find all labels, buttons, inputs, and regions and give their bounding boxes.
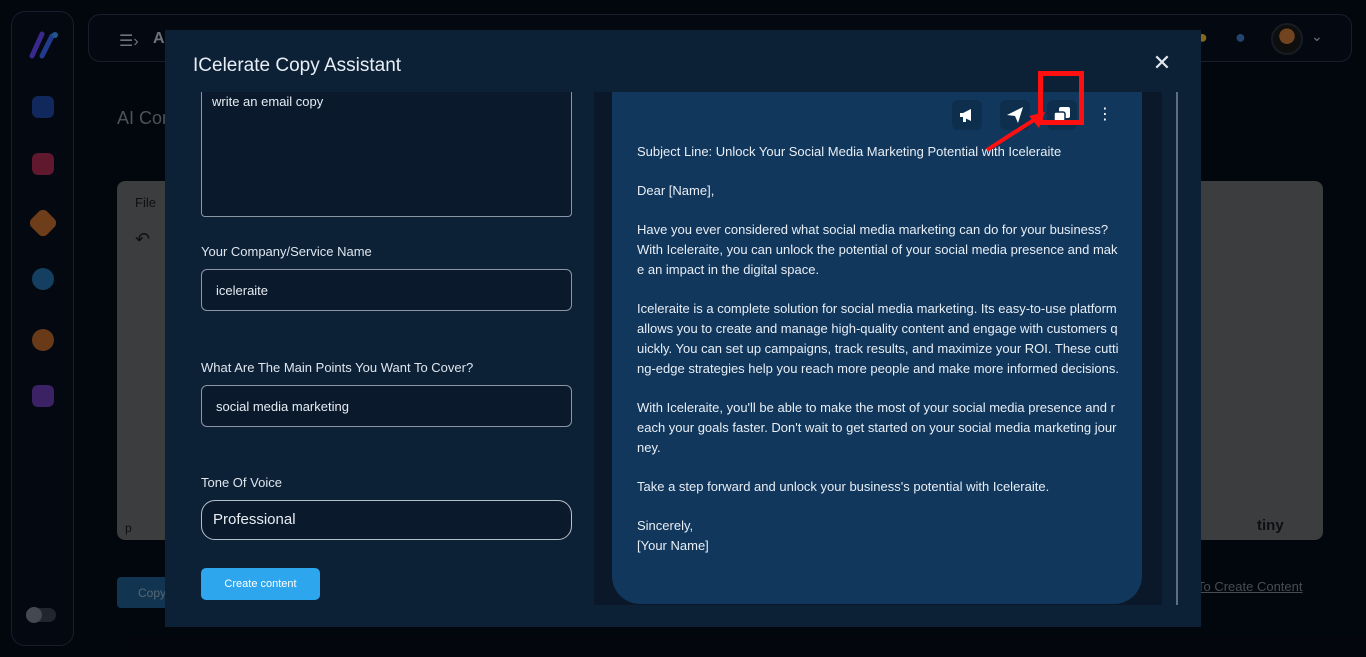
company-label: Your Company/Service Name (201, 244, 372, 259)
modal-title: ICelerate Copy Assistant (193, 55, 402, 76)
output-panel: ⋮ Subject Line: Unlock Your Social Media… (594, 92, 1162, 605)
email-subject: Subject Line: Unlock Your Social Media M… (637, 144, 1062, 159)
copy-assistant-modal: ICelerate Copy Assistant ✕ write an emai… (165, 30, 1201, 627)
points-input[interactable]: social media marketing (201, 385, 572, 427)
megaphone-icon[interactable] (952, 100, 982, 130)
output-scrollbar[interactable] (1176, 92, 1178, 605)
email-paragraph-1: Have you ever considered what social med… (637, 222, 1118, 277)
close-icon[interactable]: ✕ (1151, 52, 1173, 74)
tone-label: Tone Of Voice (201, 475, 282, 490)
email-paragraph-4: Take a step forward and unlock your busi… (637, 479, 1050, 494)
annotation-arrow-icon (985, 112, 1045, 152)
tone-select[interactable]: Professional (201, 500, 572, 540)
email-signature: [Your Name] (637, 538, 709, 553)
points-label: What Are The Main Points You Want To Cov… (201, 360, 474, 375)
email-signoff: Sincerely, (637, 518, 694, 533)
generated-email: Subject Line: Unlock Your Social Media M… (637, 142, 1121, 556)
company-input[interactable]: iceleraite (201, 269, 572, 311)
create-content-button[interactable]: Create content (201, 568, 320, 600)
email-paragraph-3: With Iceleraite, you'll be able to make … (637, 400, 1117, 455)
prompt-textarea[interactable]: write an email copy (201, 92, 572, 217)
email-greeting: Dear [Name], (637, 183, 715, 198)
email-paragraph-2: Iceleraite is a complete solution for so… (637, 301, 1119, 376)
more-vertical-icon[interactable]: ⋮ (1090, 100, 1120, 130)
output-card: ⋮ Subject Line: Unlock Your Social Media… (612, 92, 1142, 604)
